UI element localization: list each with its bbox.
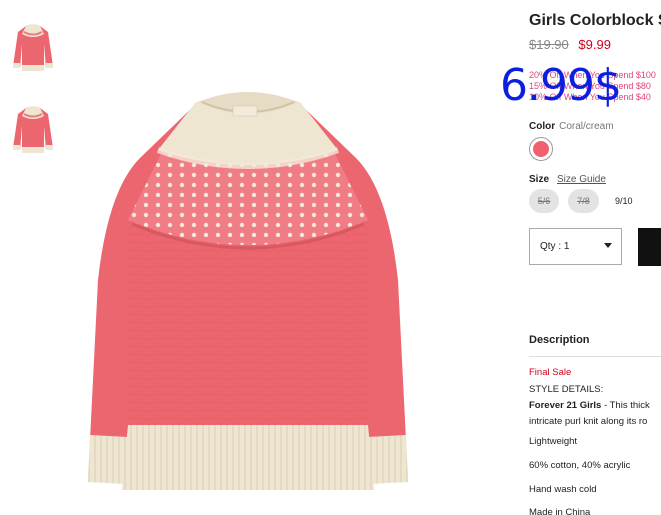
detail-lightweight: Lightweight: [529, 436, 578, 447]
price-row: $19.90 $9.99: [529, 37, 611, 52]
thumbnail-image-1[interactable]: [10, 18, 56, 76]
main-product-image: [68, 80, 428, 510]
thumbnail-image-2[interactable]: [10, 100, 56, 158]
quantity-value: Qty : 1: [540, 241, 570, 252]
add-to-bag-button[interactable]: [638, 228, 661, 266]
chevron-down-icon: [604, 243, 612, 248]
sweater-thumbnail-front: [13, 24, 53, 71]
brand-name: Forever 21 Girls: [529, 400, 602, 411]
detail-origin: Made in China: [529, 507, 591, 515]
divider: [529, 356, 661, 357]
color-value: Coral/cream: [559, 121, 614, 132]
size-option-5-6[interactable]: 5/6: [529, 189, 559, 213]
color-label-text: Color: [529, 121, 556, 132]
detail-content: 60% cotton, 40% acrylic: [529, 460, 631, 471]
color-label: Color Coral/cream: [529, 121, 614, 132]
description-text: - This thick: [601, 400, 650, 411]
overlay-price-annotation: 6.99$: [500, 60, 622, 111]
size-label-text: Size: [529, 174, 550, 185]
color-swatch-coral[interactable]: [529, 137, 553, 161]
detail-care: Hand wash cold: [529, 484, 597, 495]
sweater-thumbnail-back: [13, 106, 53, 153]
size-label: Size Size Guide: [529, 174, 606, 185]
size-guide-link[interactable]: Size Guide: [557, 174, 606, 185]
sweater-image: [88, 92, 408, 490]
size-option-7-8[interactable]: 7/8: [568, 189, 599, 213]
description-line: Forever 21 Girls - This thick: [529, 400, 650, 411]
size-option-9-10[interactable]: 9/10: [615, 196, 633, 206]
description-line: intricate purl knit along its ro: [529, 416, 648, 427]
style-details-heading: STYLE DETAILS:: [529, 384, 604, 395]
quantity-select[interactable]: Qty : 1: [529, 228, 622, 265]
final-sale-label: Final Sale: [529, 367, 572, 378]
sale-price: $9.99: [578, 37, 611, 52]
product-title: Girls Colorblock S: [529, 12, 661, 29]
description-heading: Description: [529, 334, 590, 346]
original-price: $19.90: [529, 37, 569, 52]
